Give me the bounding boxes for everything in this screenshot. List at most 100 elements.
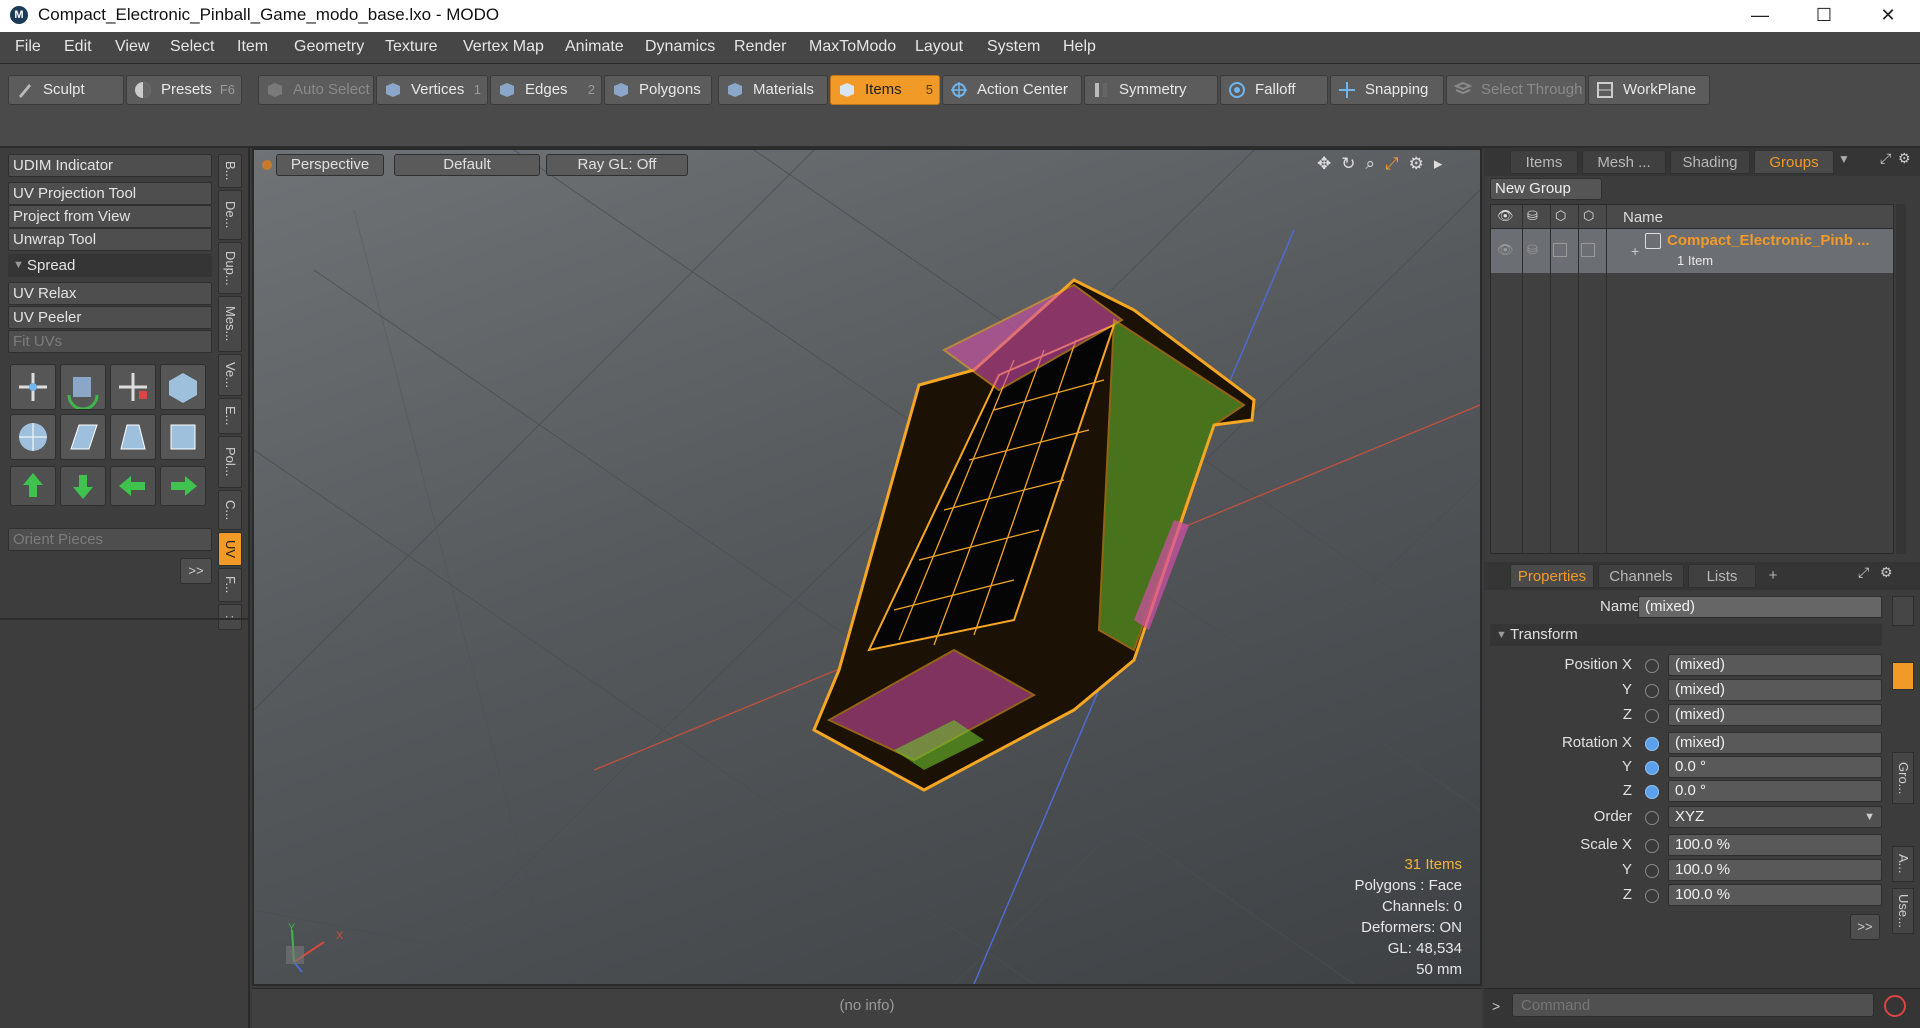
render-cube-icon[interactable]: ⬡ (1555, 208, 1566, 224)
udim-indicator-button[interactable]: UDIM Indicator (8, 154, 212, 177)
menu-texture[interactable]: Texture (385, 38, 437, 56)
uv-move-right-button[interactable] (160, 466, 206, 506)
rotation-z-anim-dot[interactable] (1645, 785, 1659, 799)
uv-box-project-button[interactable] (160, 364, 206, 410)
edges-button[interactable]: Edges 2 (490, 75, 602, 105)
vtab-curves[interactable]: C... (218, 490, 242, 530)
snapping-button[interactable]: Snapping (1330, 75, 1444, 105)
menu-view[interactable]: View (115, 38, 149, 56)
maximize-button[interactable]: ☐ (1800, 0, 1848, 32)
vtab-duplicate[interactable]: Dup... (218, 242, 242, 294)
fit-uvs-button[interactable]: Fit UVs (8, 330, 212, 353)
properties-more-button[interactable]: >> (1850, 914, 1880, 940)
panel-maximize-icon[interactable]: ⤢ (1880, 150, 1891, 167)
orbit-icon[interactable]: ↻ (1341, 154, 1365, 173)
tab-mesh[interactable]: Mesh ... (1582, 150, 1666, 174)
falloff-button[interactable]: Falloff (1220, 75, 1328, 105)
vtab-polygon[interactable]: Pol... (218, 436, 242, 488)
select-cube-icon[interactable]: ⬡ (1583, 208, 1594, 224)
action-center-button[interactable]: Action Center (942, 75, 1082, 105)
vtab-deform[interactable]: De... (218, 190, 242, 240)
zoom-icon[interactable]: ⌕ (1366, 154, 1386, 173)
position-x-anim-dot[interactable] (1645, 659, 1659, 673)
menu-dynamics[interactable]: Dynamics (645, 38, 715, 56)
viewport-expand-arrow-icon[interactable]: ▸ (1434, 154, 1453, 173)
scale-x-anim-dot[interactable] (1645, 839, 1659, 853)
menu-file[interactable]: File (15, 38, 41, 56)
scale-y-anim-dot[interactable] (1645, 864, 1659, 878)
panel-settings-gear-icon[interactable]: ⚙ (1898, 150, 1911, 167)
menu-edit[interactable]: Edit (64, 38, 92, 56)
tab-groups[interactable]: Groups (1754, 150, 1834, 174)
menu-animate[interactable]: Animate (565, 38, 624, 56)
uv-scale-button[interactable] (110, 364, 156, 410)
position-z-anim-dot[interactable] (1645, 709, 1659, 723)
viewport-menu-dot-icon[interactable] (262, 160, 272, 170)
rotation-x-field[interactable]: (mixed) (1668, 732, 1882, 754)
order-dropdown[interactable]: XYZ ▼ (1668, 806, 1882, 828)
vtab-more[interactable]: : (218, 604, 242, 630)
menu-vertex-map[interactable]: Vertex Map (463, 38, 544, 56)
menu-select[interactable]: Select (170, 38, 214, 56)
vtab-edge[interactable]: E... (218, 398, 242, 434)
menu-layout[interactable]: Layout (915, 38, 963, 56)
tab-items[interactable]: Items (1510, 150, 1578, 174)
lock-icon[interactable]: ⛁ (1527, 208, 1538, 224)
row-select-toggle[interactable] (1581, 243, 1595, 257)
viewport-settings-gear-icon[interactable]: ⚙ (1409, 154, 1434, 173)
position-y-field[interactable]: (mixed) (1668, 679, 1882, 701)
maximize-viewport-icon[interactable]: ⤢ (1385, 154, 1409, 173)
properties-maximize-icon[interactable]: ⤢ (1858, 564, 1869, 581)
position-y-anim-dot[interactable] (1645, 684, 1659, 698)
record-macro-icon[interactable] (1884, 995, 1906, 1017)
group-row[interactable]: 👁 ⛁ + Compact_Electronic_Pinb ... 1 Item (1491, 229, 1893, 273)
close-button[interactable]: ✕ (1864, 0, 1912, 32)
scale-z-field[interactable]: 100.0 % (1668, 884, 1882, 906)
menu-system[interactable]: System (987, 38, 1040, 56)
shading-default-dropdown[interactable]: Default (394, 154, 540, 176)
name-column-header[interactable]: Name (1623, 209, 1663, 226)
vtab-uv[interactable]: UV (218, 532, 242, 566)
name-field[interactable]: (mixed) (1638, 596, 1882, 618)
position-x-field[interactable]: (mixed) (1668, 654, 1882, 676)
vtab-vertex[interactable]: Ve... (218, 354, 242, 396)
sculpt-button[interactable]: Sculpt (8, 75, 124, 105)
sidetab-user[interactable]: Use... (1892, 888, 1914, 934)
rotation-y-field[interactable]: 0.0 ° (1668, 756, 1882, 778)
uv-peeler-button[interactable]: UV Peeler (8, 306, 212, 329)
vertices-button[interactable]: Vertices 1 (376, 75, 488, 105)
rotation-x-anim-dot[interactable] (1645, 737, 1659, 751)
rotation-z-field[interactable]: 0.0 ° (1668, 780, 1882, 802)
raygl-dropdown[interactable]: Ray GL: Off (546, 154, 688, 176)
orient-pieces-button[interactable]: Orient Pieces (8, 528, 212, 551)
position-z-field[interactable]: (mixed) (1668, 704, 1882, 726)
perspective-dropdown[interactable]: Perspective (276, 154, 384, 176)
uv-projection-tool-button[interactable]: UV Projection Tool (8, 182, 212, 205)
uv-move-up-button[interactable] (10, 466, 56, 506)
tabs-dropdown-icon[interactable]: ▼ (1838, 152, 1850, 166)
uv-grid-button[interactable] (110, 414, 156, 460)
sidetab-active[interactable] (1892, 662, 1914, 690)
properties-settings-gear-icon[interactable]: ⚙ (1880, 564, 1893, 581)
expand-plus-icon[interactable]: + (1631, 243, 1639, 259)
spread-section-header[interactable]: ▼ Spread (8, 254, 212, 277)
uv-transform-move-button[interactable] (10, 364, 56, 410)
uv-rotate-button[interactable] (60, 364, 106, 411)
uv-relax-button[interactable]: UV Relax (8, 282, 212, 305)
groups-scrollbar[interactable] (1896, 204, 1906, 554)
menu-render[interactable]: Render (734, 38, 786, 56)
rotation-y-anim-dot[interactable] (1645, 761, 1659, 775)
uv-cylinder-project-button[interactable] (10, 414, 56, 460)
sidetab-dots[interactable] (1892, 596, 1914, 626)
sidetab-assembly[interactable]: A... (1892, 846, 1914, 882)
uv-move-down-button[interactable] (60, 466, 106, 506)
group-name[interactable]: Compact_Electronic_Pinb ... (1667, 232, 1870, 249)
presets-button[interactable]: Presets F6 (126, 75, 242, 105)
new-group-button[interactable]: New Group (1490, 178, 1602, 200)
menu-maxtomodo[interactable]: MaxToModo (809, 38, 896, 56)
uv-planar-project-button[interactable] (60, 414, 106, 460)
uv-move-left-button[interactable] (110, 466, 156, 506)
workplane-button[interactable]: WorkPlane (1588, 75, 1710, 105)
items-button[interactable]: Items 5 (830, 75, 940, 105)
tab-channels[interactable]: Channels (1598, 564, 1684, 588)
